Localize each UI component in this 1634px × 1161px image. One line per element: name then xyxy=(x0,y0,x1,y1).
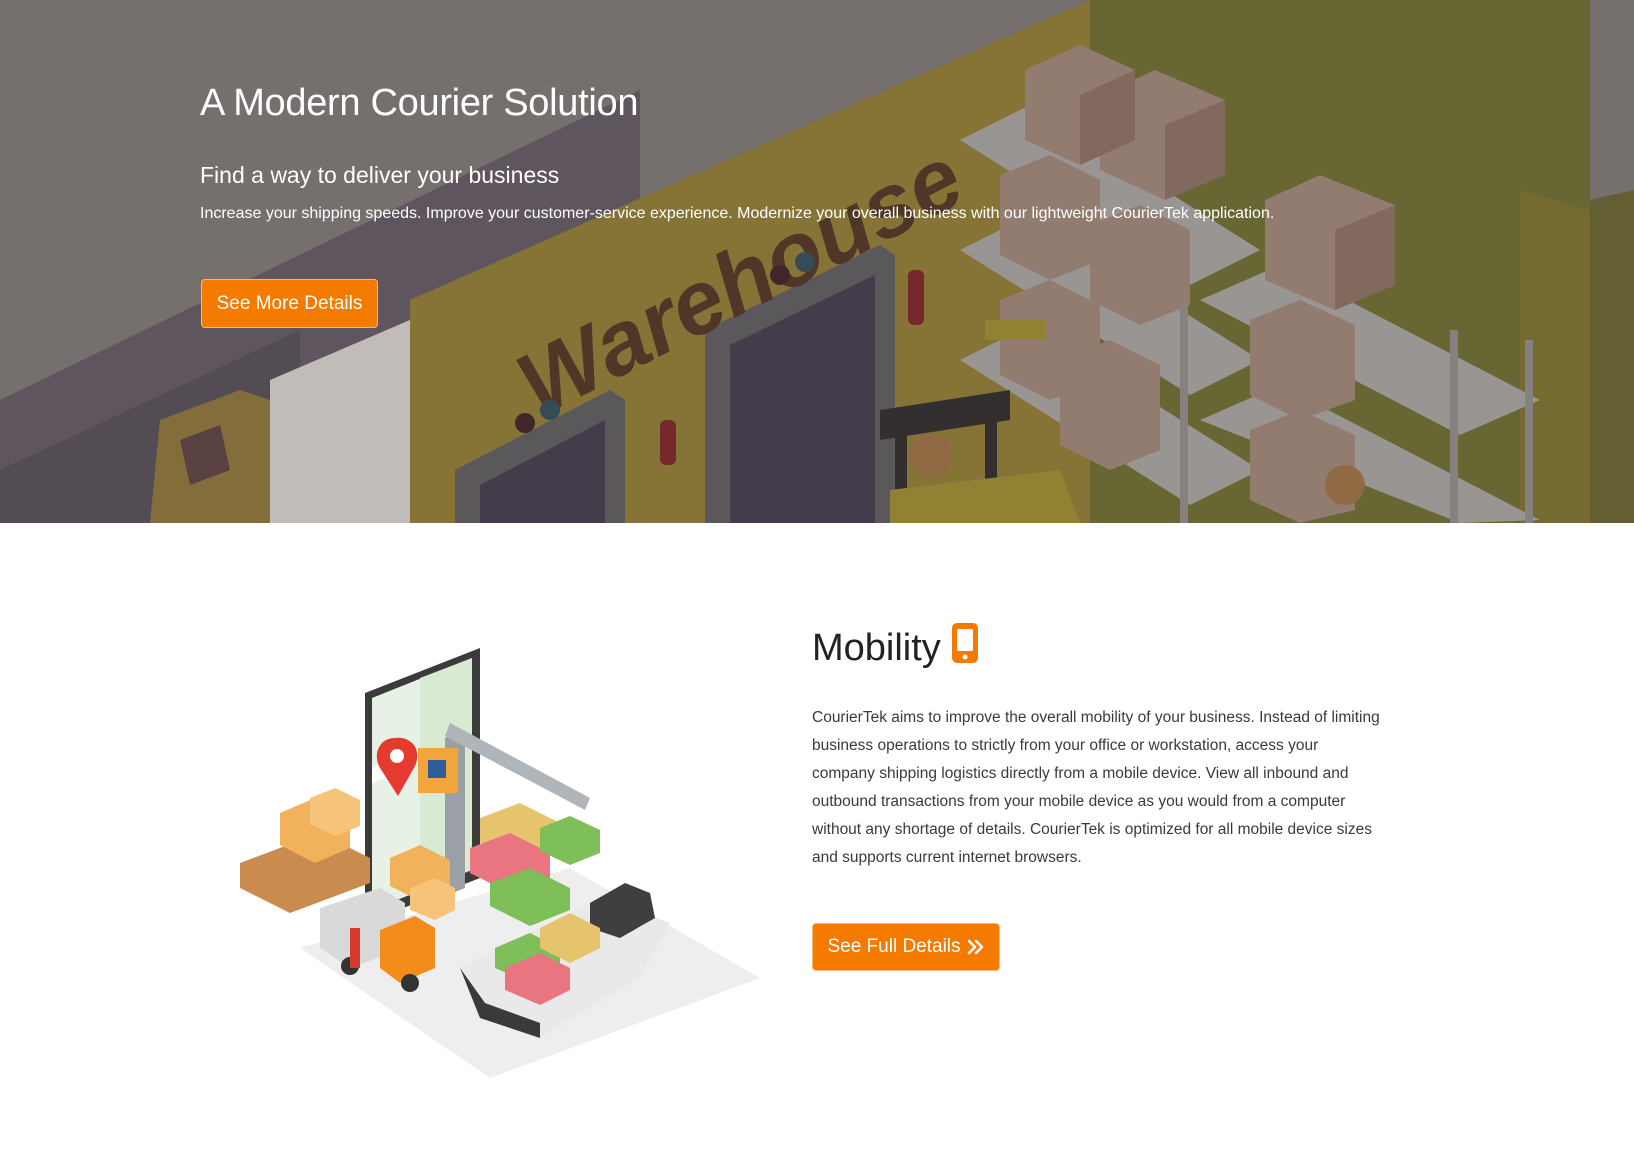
mobility-heading: Mobility xyxy=(812,622,979,674)
hero-subtitle: Find a way to deliver your business xyxy=(200,162,560,188)
see-more-details-label: See More Details xyxy=(216,292,363,314)
see-more-details-button[interactable]: See More Details xyxy=(201,279,378,328)
see-full-details-button[interactable]: See Full Details xyxy=(812,923,1000,971)
hero-description: Increase your shipping speeds. Improve y… xyxy=(200,205,1275,222)
see-full-details-label: See Full Details xyxy=(827,936,961,957)
double-chevron-right-icon xyxy=(967,939,983,955)
hero-overlay xyxy=(0,0,1634,523)
mobility-illustration xyxy=(240,648,760,1078)
hero-banner: Warehouse A Modern Courier Solution Find… xyxy=(0,0,1634,523)
mobility-title-text: Mobility xyxy=(812,626,941,669)
hero-title: A Modern Courier Solution xyxy=(200,82,639,124)
mobility-description: CourierTek aims to improve the overall m… xyxy=(812,709,1380,866)
mobile-phone-icon xyxy=(951,622,979,674)
